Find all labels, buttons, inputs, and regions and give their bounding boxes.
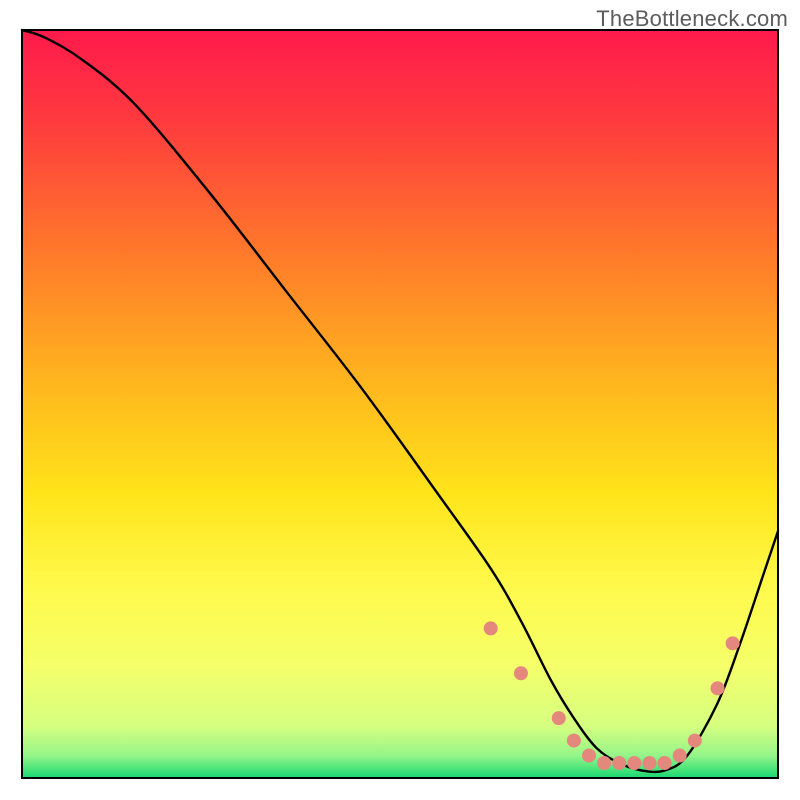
marker-dot bbox=[567, 734, 581, 748]
marker-dot bbox=[642, 756, 656, 770]
marker-dot bbox=[582, 749, 596, 763]
watermark-text: TheBottleneck.com bbox=[596, 6, 788, 32]
marker-dot bbox=[612, 756, 626, 770]
marker-dot bbox=[627, 756, 641, 770]
plot-area bbox=[22, 30, 778, 778]
marker-dot bbox=[484, 621, 498, 635]
marker-dot bbox=[688, 734, 702, 748]
marker-dot bbox=[711, 681, 725, 695]
marker-dot bbox=[658, 756, 672, 770]
marker-dot bbox=[673, 749, 687, 763]
marker-dot bbox=[726, 636, 740, 650]
marker-dot bbox=[552, 711, 566, 725]
marker-dot bbox=[514, 666, 528, 680]
chart-background bbox=[22, 30, 778, 778]
chart-svg bbox=[0, 0, 800, 800]
marker-dot bbox=[597, 756, 611, 770]
chart-container: TheBottleneck.com bbox=[0, 0, 800, 800]
